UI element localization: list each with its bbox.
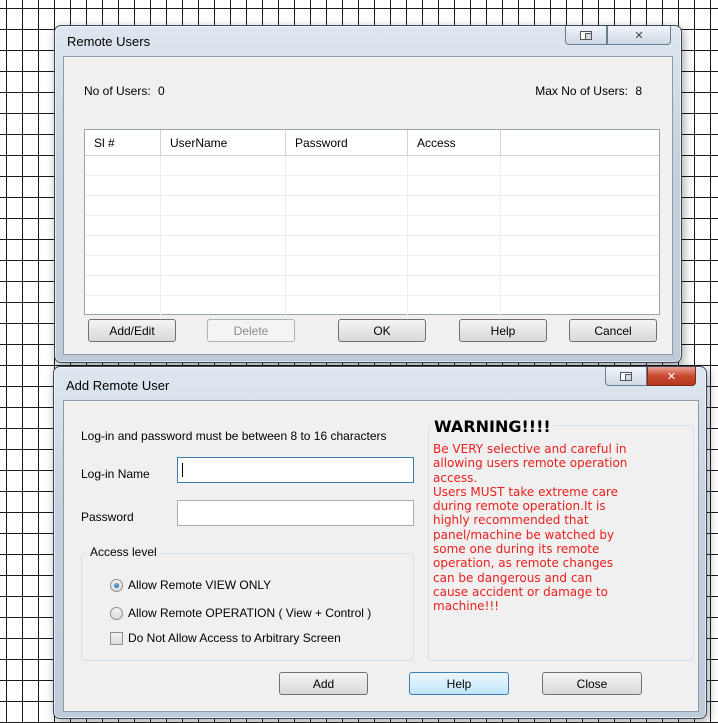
column-header-password[interactable]: Password xyxy=(286,130,408,155)
ok-button[interactable]: OK xyxy=(338,319,426,342)
table-row[interactable] xyxy=(85,296,659,316)
add-edit-button[interactable]: Add/Edit xyxy=(88,319,176,342)
max-users-text: Max No of Users: 8 xyxy=(535,84,642,98)
users-table-header: Sl # UserName Password Access xyxy=(85,130,659,156)
add-remote-user-window: Add Remote User ✕ Log-in and password mu… xyxy=(53,366,707,719)
warning-text: Be VERY selective and careful in allowin… xyxy=(433,442,628,614)
column-header-blank xyxy=(501,130,659,155)
operation-label[interactable]: Allow Remote OPERATION ( View + Control … xyxy=(128,606,371,620)
close-button[interactable]: ✕ xyxy=(607,26,671,45)
table-row[interactable] xyxy=(85,156,659,176)
no-of-users-label: No of Users: xyxy=(84,84,151,98)
no-arbitrary-label[interactable]: Do Not Allow Access to Arbitrary Screen xyxy=(128,631,341,645)
restore-button[interactable] xyxy=(605,367,647,386)
no-of-users-text: No of Users: 0 xyxy=(84,84,165,98)
view-only-radio[interactable] xyxy=(110,579,123,592)
close-window-button[interactable]: ✕ xyxy=(647,367,696,386)
column-header-access[interactable]: Access xyxy=(408,130,501,155)
length-hint: Log-in and password must be between 8 to… xyxy=(81,429,387,443)
text-caret xyxy=(182,462,183,477)
max-users-label: Max No of Users: xyxy=(535,84,628,98)
login-name-field[interactable] xyxy=(177,457,414,483)
table-row[interactable] xyxy=(85,216,659,236)
remote-users-window: Remote Users ✕ No of Users: 0 Max No of … xyxy=(54,25,682,363)
password-field[interactable] xyxy=(177,500,414,526)
help-button[interactable]: Help xyxy=(409,672,509,695)
close-button[interactable]: Close xyxy=(542,672,642,695)
column-header-username[interactable]: UserName xyxy=(161,130,286,155)
access-level-label: Access level xyxy=(87,545,160,559)
delete-button[interactable]: Delete xyxy=(207,319,295,342)
close-icon: ✕ xyxy=(666,369,677,383)
table-row[interactable] xyxy=(85,256,659,276)
password-label: Password xyxy=(81,510,134,524)
table-row[interactable] xyxy=(85,176,659,196)
remote-users-client: No of Users: 0 Max No of Users: 8 Sl # U… xyxy=(63,56,673,355)
help-button[interactable]: Help xyxy=(459,319,547,342)
remote-users-title: Remote Users xyxy=(67,34,151,49)
max-users-value: 8 xyxy=(635,84,642,98)
users-table[interactable]: Sl # UserName Password Access xyxy=(84,129,660,316)
add-button[interactable]: Add xyxy=(279,672,368,695)
no-arbitrary-checkbox[interactable] xyxy=(110,632,123,645)
close-icon: ✕ xyxy=(634,28,644,42)
table-row[interactable] xyxy=(85,196,659,216)
column-header-sl[interactable]: Sl # xyxy=(85,130,161,155)
restore-button[interactable] xyxy=(565,26,607,45)
table-row[interactable] xyxy=(85,276,659,296)
no-of-users-value: 0 xyxy=(158,84,165,98)
cancel-button[interactable]: Cancel xyxy=(569,319,657,342)
login-name-label: Log-in Name xyxy=(81,467,150,481)
restore-icon xyxy=(620,371,632,381)
view-only-label[interactable]: Allow Remote VIEW ONLY xyxy=(128,578,271,592)
table-row[interactable] xyxy=(85,236,659,256)
restore-icon xyxy=(580,30,592,40)
add-remote-user-client: Log-in and password must be between 8 to… xyxy=(63,400,699,712)
operation-radio[interactable] xyxy=(110,607,123,620)
add-remote-user-title: Add Remote User xyxy=(66,378,170,393)
warning-title: WARNING!!!! xyxy=(431,417,554,436)
